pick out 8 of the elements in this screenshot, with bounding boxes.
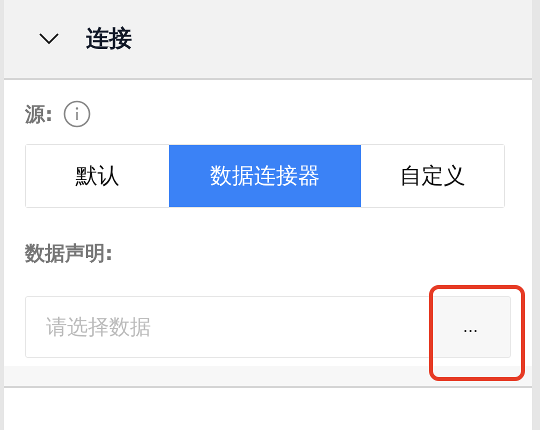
segment-tab[interactable]: 数据连接器 [168, 145, 362, 207]
section-header[interactable]: 连接 [4, 0, 532, 80]
section-title: 连接 [86, 24, 132, 54]
browse-button[interactable]: ... [431, 296, 511, 358]
info-icon[interactable] [63, 100, 91, 128]
data-declaration-label: 数据声明: [25, 240, 114, 267]
data-select-field[interactable]: 请选择数据 [25, 296, 431, 358]
source-label: 源: [25, 101, 53, 128]
